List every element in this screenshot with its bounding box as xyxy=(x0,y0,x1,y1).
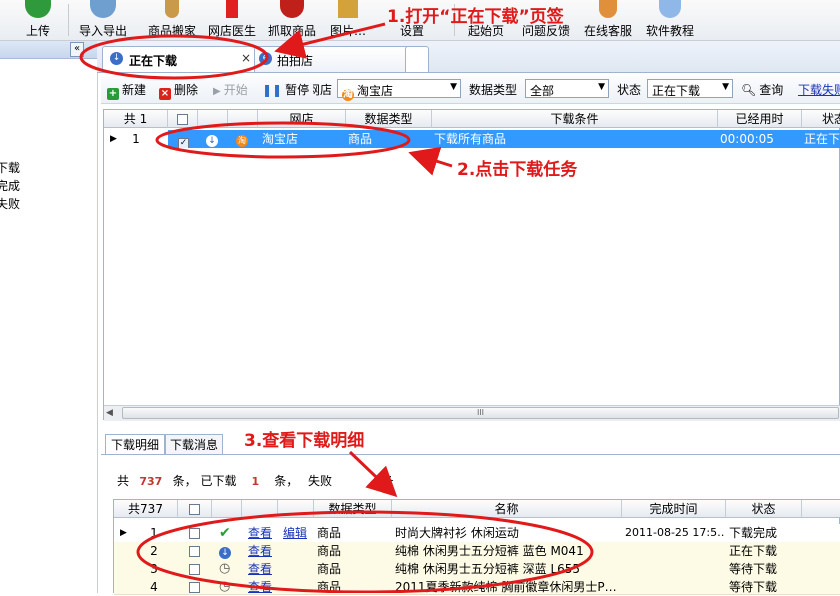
annotation-step-3: 3.查看下载明细 xyxy=(244,431,365,451)
annotation-ellipse-tab xyxy=(79,34,269,80)
annotation-step-1: 1.打开“正在下载”页签 xyxy=(387,7,564,27)
annotation-overlay xyxy=(79,22,594,593)
annotation-ellipse-task xyxy=(155,121,411,159)
annotation-ellipse-detail xyxy=(136,510,594,593)
annotation-arrow-tab xyxy=(274,22,386,59)
annotation-step-2: 2.点击下载任务 xyxy=(457,160,578,180)
annotation-arrow-detail xyxy=(348,450,398,498)
annotation-arrow-task xyxy=(408,146,453,176)
